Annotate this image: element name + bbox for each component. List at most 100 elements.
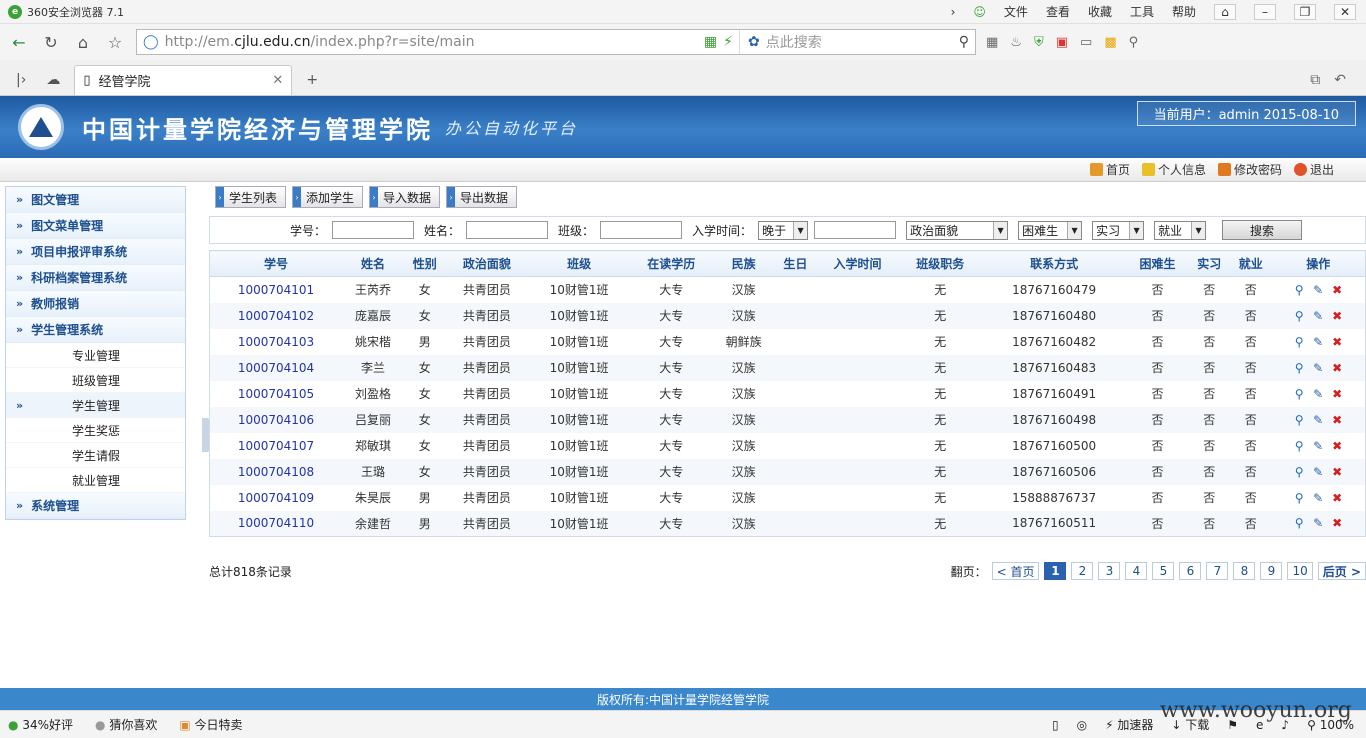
- employment-select[interactable]: 就业 ▼: [1154, 220, 1207, 240]
- sidebar-item-reimbursement[interactable]: » 教师报销: [6, 291, 185, 317]
- new-tab-icon[interactable]: +: [300, 65, 324, 95]
- rating-item[interactable]: ● 34%好评: [8, 716, 73, 733]
- sidebar-item-student-system[interactable]: » 学生管理系统: [6, 317, 185, 343]
- view-magnifier-icon[interactable]: ⚲: [1291, 386, 1307, 402]
- view-magnifier-icon[interactable]: ⚲: [1291, 515, 1307, 531]
- delete-icon[interactable]: ✖: [1329, 334, 1345, 350]
- prev-page-button[interactable]: < 首页: [991, 562, 1040, 580]
- internship-select[interactable]: 实习 ▼: [1092, 220, 1145, 240]
- student-id-link[interactable]: 1000704105: [210, 381, 343, 407]
- enroll-time-input[interactable]: [814, 221, 897, 239]
- page-2-button[interactable]: 2: [1071, 562, 1094, 580]
- sidebar-item-project-review[interactable]: » 项目申报评审系统: [6, 239, 185, 265]
- sidebar-item-system[interactable]: » 系统管理: [6, 493, 185, 519]
- student-id-link[interactable]: 1000704103: [210, 329, 343, 355]
- sidebar-sub-student[interactable]: » 学生管理: [6, 393, 185, 418]
- delete-icon[interactable]: ✖: [1329, 464, 1345, 480]
- url-field[interactable]: ◯ http://em. cjlu.edu.cn/index.php?r=site…: [136, 29, 976, 55]
- favorite-star-icon[interactable]: ☆: [104, 31, 126, 53]
- page-6-button[interactable]: 6: [1179, 562, 1202, 580]
- edit-icon[interactable]: ✎: [1310, 308, 1326, 324]
- view-magnifier-icon[interactable]: ⚲: [1291, 282, 1307, 298]
- edit-icon[interactable]: ✎: [1310, 464, 1326, 480]
- gift-icon[interactable]: ▩: [1104, 35, 1116, 50]
- edit-icon[interactable]: ✎: [1310, 438, 1326, 454]
- apps-icon[interactable]: ▦: [986, 35, 998, 50]
- accelerator-item[interactable]: ⚡ 加速器: [1105, 716, 1153, 733]
- menu-tools[interactable]: 工具: [1130, 3, 1154, 20]
- restore-tabs-icon[interactable]: ⧉: [1310, 72, 1320, 88]
- nav-change-password[interactable]: 修改密码: [1217, 161, 1282, 178]
- page-4-button[interactable]: 4: [1125, 562, 1148, 580]
- menu-file[interactable]: 文件: [1004, 3, 1028, 20]
- page-10-button[interactable]: 10: [1287, 562, 1313, 580]
- view-magnifier-icon[interactable]: ⚲: [1291, 308, 1307, 324]
- sidebar-item-content-menu[interactable]: » 图文菜单管理: [6, 213, 185, 239]
- browser-chevron-icon[interactable]: ›: [951, 5, 956, 19]
- home-icon[interactable]: ⌂: [72, 31, 94, 53]
- hardship-select[interactable]: 困难生 ▼: [1018, 220, 1083, 240]
- delete-icon[interactable]: ✖: [1329, 282, 1345, 298]
- menu-view[interactable]: 查看: [1046, 3, 1070, 20]
- view-magnifier-icon[interactable]: ⚲: [1291, 464, 1307, 480]
- student-list-button[interactable]: › 学生列表: [215, 186, 287, 208]
- student-id-link[interactable]: 1000704110: [209, 510, 343, 537]
- student-id-link[interactable]: 1000704109: [210, 485, 343, 511]
- minimize-icon[interactable]: –: [1254, 3, 1276, 20]
- clean-icon[interactable]: ♨: [1010, 35, 1022, 50]
- cloud-icon[interactable]: ☁: [40, 65, 66, 95]
- name-input[interactable]: [466, 221, 549, 239]
- politics-select[interactable]: 政治面貌 ▼: [906, 220, 1009, 240]
- view-magnifier-icon[interactable]: ⚲: [1291, 490, 1307, 506]
- page-1-button[interactable]: 1: [1044, 562, 1067, 580]
- sidebar-sub-class[interactable]: 班级管理: [6, 368, 185, 393]
- tab-active[interactable]: ▯ 经管学院 ✕: [74, 65, 293, 95]
- time-operator-select[interactable]: 晚于 ▼: [758, 220, 809, 240]
- search-button[interactable]: 搜索: [1222, 220, 1303, 240]
- back-icon[interactable]: ←: [8, 31, 30, 53]
- class-input[interactable]: [600, 221, 683, 239]
- page-9-button[interactable]: 9: [1260, 562, 1283, 580]
- next-page-button[interactable]: 后页 >: [1317, 562, 1366, 580]
- close-window-icon[interactable]: ✕: [1334, 3, 1356, 20]
- delete-icon[interactable]: ✖: [1329, 308, 1345, 324]
- edit-icon[interactable]: ✎: [1310, 386, 1326, 402]
- student-id-link[interactable]: 1000704104: [209, 354, 343, 381]
- nav-profile[interactable]: 个人信息: [1141, 161, 1206, 178]
- lightning-icon[interactable]: ⚡: [723, 34, 733, 50]
- edit-icon[interactable]: ✎: [1310, 490, 1326, 506]
- page-5-button[interactable]: 5: [1152, 562, 1175, 580]
- close-tab-icon[interactable]: ✕: [272, 73, 283, 88]
- student-id-input[interactable]: [332, 221, 415, 239]
- delete-icon[interactable]: ✖: [1329, 515, 1345, 531]
- sidebar-item-content[interactable]: » 图文管理: [6, 187, 185, 213]
- delete-icon[interactable]: ✖: [1329, 360, 1345, 376]
- search-icon[interactable]: ⚲: [959, 34, 969, 50]
- student-id-link[interactable]: 1000704101: [210, 277, 343, 303]
- edit-icon[interactable]: ✎: [1310, 360, 1326, 376]
- screenshot-icon[interactable]: ▭: [1080, 35, 1092, 50]
- deals-item[interactable]: ▣ 今日特卖: [179, 716, 242, 733]
- refresh-icon[interactable]: ↻: [40, 31, 62, 53]
- sidebar-sub-rewards[interactable]: 学生奖惩: [6, 418, 185, 443]
- menu-help[interactable]: 帮助: [1172, 3, 1196, 20]
- sidebar-item-research-archive[interactable]: » 科研档案管理系统: [6, 265, 185, 291]
- search-engine-icon[interactable]: ✿: [748, 34, 760, 50]
- nav-logout[interactable]: 退出: [1293, 161, 1334, 178]
- skin-icon[interactable]: ⌂: [1214, 3, 1236, 20]
- sidebar-sub-employment[interactable]: 就业管理: [6, 468, 185, 493]
- view-magnifier-icon[interactable]: ⚲: [1291, 438, 1307, 454]
- search-input[interactable]: 点此搜索: [766, 32, 822, 52]
- delete-icon[interactable]: ✖: [1329, 412, 1345, 428]
- user-icon[interactable]: ☺: [973, 5, 986, 19]
- sidebar-toggle-icon[interactable]: |›: [10, 65, 32, 95]
- student-id-link[interactable]: 1000704102: [209, 302, 343, 329]
- delete-icon[interactable]: ✖: [1329, 386, 1345, 402]
- edit-icon[interactable]: ✎: [1310, 282, 1326, 298]
- maximize-icon[interactable]: ❐: [1294, 3, 1316, 20]
- student-id-link[interactable]: 1000704106: [209, 406, 343, 433]
- mobile-icon[interactable]: ▯: [1052, 718, 1059, 732]
- add-student-button[interactable]: › 添加学生: [292, 186, 364, 208]
- page-7-button[interactable]: 7: [1206, 562, 1229, 580]
- undo-close-icon[interactable]: ↶: [1334, 72, 1346, 88]
